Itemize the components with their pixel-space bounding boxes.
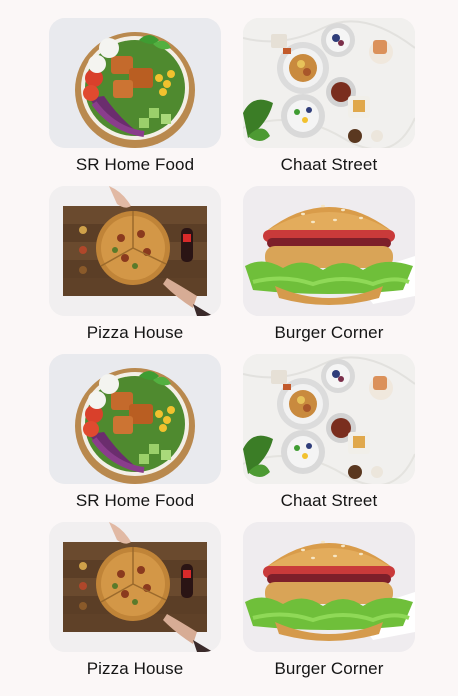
- chaat-platter-image: [243, 18, 415, 148]
- restaurant-name: Burger Corner: [274, 323, 384, 342]
- burger-image: [243, 522, 415, 652]
- restaurant-name: Chaat Street: [280, 491, 378, 510]
- restaurant-image[interactable]: [49, 354, 221, 484]
- restaurant-image[interactable]: [243, 186, 415, 316]
- restaurant-name: Burger Corner: [274, 659, 384, 678]
- salad-bowl-image: [49, 18, 221, 148]
- burger-image: [243, 186, 415, 316]
- restaurant-name: Chaat Street: [280, 155, 378, 174]
- restaurant-image[interactable]: [49, 18, 221, 148]
- restaurant-card[interactable]: SR Home Food: [49, 354, 221, 511]
- restaurant-image[interactable]: [243, 354, 415, 484]
- restaurant-image[interactable]: [49, 522, 221, 652]
- pizza-board-image: [49, 522, 221, 652]
- restaurant-image[interactable]: [243, 522, 415, 652]
- restaurant-card[interactable]: SR Home Food: [49, 18, 221, 175]
- restaurant-image[interactable]: [243, 18, 415, 148]
- restaurant-card[interactable]: Burger Corner: [243, 186, 415, 343]
- restaurant-card[interactable]: Chaat Street: [243, 18, 415, 175]
- restaurant-name: Pizza House: [86, 659, 184, 678]
- restaurant-name: SR Home Food: [75, 155, 195, 174]
- restaurant-image[interactable]: [49, 186, 221, 316]
- salad-bowl-image: [49, 354, 221, 484]
- restaurant-card[interactable]: Chaat Street: [243, 354, 415, 511]
- restaurant-grid: SR Home Food Chaat Street Pizza House Bu…: [0, 0, 458, 696]
- restaurant-card[interactable]: Pizza House: [49, 522, 221, 679]
- restaurant-card[interactable]: Pizza House: [49, 186, 221, 343]
- restaurant-name: SR Home Food: [75, 491, 195, 510]
- restaurant-name: Pizza House: [86, 323, 184, 342]
- restaurant-card[interactable]: Burger Corner: [243, 522, 415, 679]
- chaat-platter-image: [243, 354, 415, 484]
- pizza-board-image: [49, 186, 221, 316]
